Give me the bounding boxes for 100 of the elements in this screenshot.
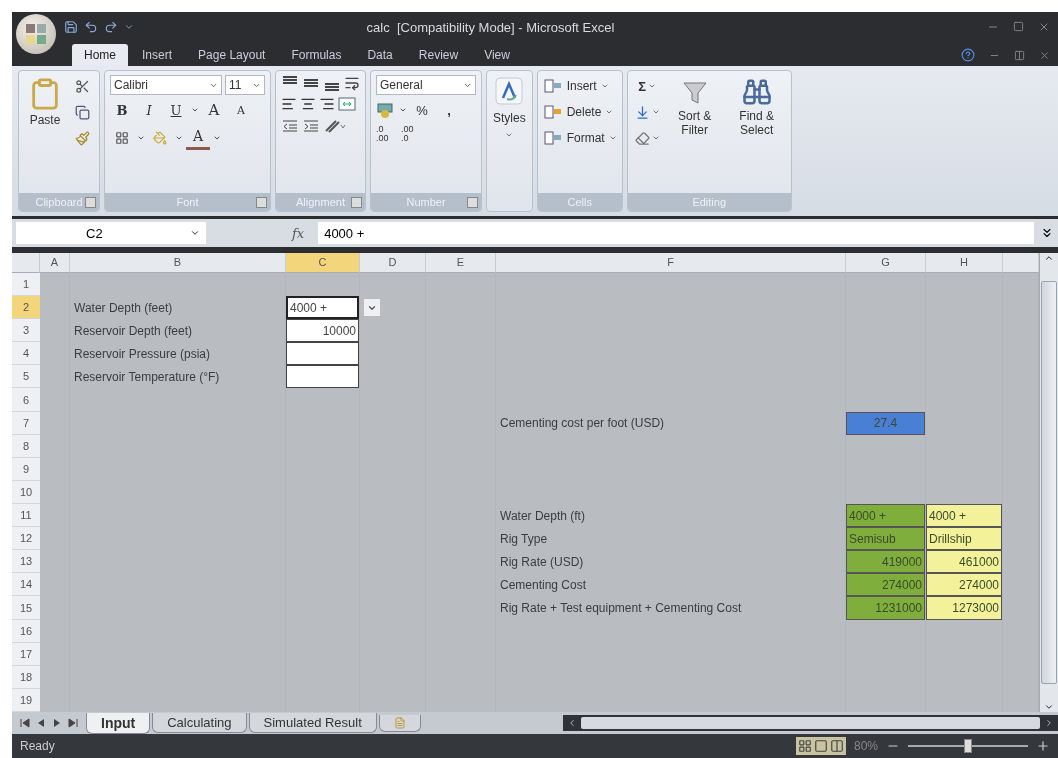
row-header[interactable]: 6 <box>12 388 40 412</box>
row-header[interactable]: 14 <box>12 573 40 597</box>
column-header[interactable]: G <box>846 253 926 273</box>
styles-icon[interactable] <box>495 77 524 105</box>
cells-icon[interactable] <box>542 129 563 147</box>
paste-button[interactable]: Paste <box>24 75 66 189</box>
column-header[interactable]: B <box>70 253 286 273</box>
scroll-up-icon[interactable] <box>1044 253 1054 263</box>
caret-icon[interactable] <box>399 106 407 114</box>
next-sheet-icon[interactable] <box>52 718 62 728</box>
maximize-icon[interactable] <box>1013 21 1024 32</box>
styles-button[interactable]: Styles <box>487 71 532 145</box>
row-header[interactable]: 18 <box>12 665 40 689</box>
zoom-thumb[interactable] <box>964 739 972 753</box>
previous-sheet-icon[interactable] <box>36 718 46 728</box>
shrink-font-button[interactable]: A <box>229 99 253 121</box>
column-header[interactable]: H <box>926 253 1003 273</box>
merge-cells-icon[interactable] <box>338 95 356 113</box>
row-header[interactable]: 2 <box>12 296 40 320</box>
align-left-icon[interactable] <box>281 96 297 112</box>
column-header[interactable]: F <box>496 253 846 273</box>
row-header[interactable]: 5 <box>12 365 40 389</box>
font-size-field[interactable]: 11 <box>225 75 265 95</box>
cells-button[interactable]: Insert <box>542 75 617 97</box>
row-header[interactable]: 19 <box>12 688 40 712</box>
scroll-thumb[interactable] <box>1041 281 1057 684</box>
row-header[interactable]: 16 <box>12 619 40 643</box>
customize-icon[interactable] <box>124 22 134 32</box>
comma-button[interactable]: , <box>437 99 461 121</box>
launcher-icon[interactable] <box>351 197 362 208</box>
ribbon-tab[interactable]: Formulas <box>279 44 354 66</box>
close-icon[interactable] <box>1039 49 1050 61</box>
ribbon-tab[interactable]: Review <box>406 44 471 66</box>
font-name-field[interactable]: Calibri <box>110 75 222 95</box>
column-header[interactable]: C <box>286 253 360 273</box>
caret-icon[interactable] <box>191 106 199 114</box>
insert-sheet-button[interactable] <box>378 714 421 732</box>
decrease-indent-icon[interactable] <box>281 117 299 135</box>
cells-button[interactable]: Format <box>542 127 617 149</box>
row-header[interactable]: 17 <box>12 642 40 666</box>
zoom-in-icon[interactable] <box>1036 739 1050 753</box>
ribbon-tab[interactable]: Home <box>72 44 128 66</box>
restore-icon[interactable] <box>1014 49 1025 61</box>
bold-button[interactable]: B <box>110 99 134 121</box>
row-header[interactable]: 7 <box>12 411 40 435</box>
row-header[interactable]: 15 <box>12 596 40 620</box>
name-box[interactable]: C2 <box>16 222 206 244</box>
sheet-tab[interactable]: Simulated Result <box>248 713 377 733</box>
column-header[interactable]: A <box>40 253 70 273</box>
office-button[interactable] <box>16 14 56 54</box>
increase-decimal-button[interactable]: .0 .00 <box>376 125 398 143</box>
column-header[interactable]: D <box>360 253 426 273</box>
ribbon-tab[interactable]: View <box>472 44 522 66</box>
ribbon-tab[interactable]: Page Layout <box>186 44 278 66</box>
input-field[interactable] <box>286 342 359 366</box>
cells-icon[interactable] <box>542 77 563 95</box>
input-field[interactable]: 4000 + <box>286 296 359 320</box>
insert-function-button[interactable]: fx <box>212 225 313 241</box>
align-right-icon[interactable] <box>319 96 335 112</box>
input-field[interactable]: 10000 <box>286 319 359 343</box>
decrease-decimal-button[interactable]: .00 .0 <box>401 125 423 143</box>
launcher-icon[interactable] <box>256 197 267 208</box>
scroll-down-icon[interactable] <box>1044 702 1054 712</box>
close-icon[interactable] <box>1038 21 1050 33</box>
column-header[interactable]: E <box>426 253 496 273</box>
undo-icon[interactable] <box>84 20 98 34</box>
ribbon-tab[interactable]: Insert <box>130 44 185 66</box>
normal-view-icon[interactable] <box>797 739 812 753</box>
launcher-icon[interactable] <box>467 197 478 208</box>
redo-icon[interactable] <box>104 20 118 34</box>
autosum-button[interactable]: Σ <box>632 75 662 97</box>
row-header[interactable]: 9 <box>12 457 40 481</box>
row-header[interactable]: 10 <box>12 480 40 505</box>
cells-button[interactable]: Delete <box>542 101 617 123</box>
grow-font-button[interactable]: A <box>202 99 226 121</box>
wrap-text-icon[interactable] <box>344 75 360 91</box>
row-header[interactable]: 12 <box>12 527 40 551</box>
currency-icon[interactable] <box>376 101 396 119</box>
sort-filter-button[interactable]: Sort & Filter <box>665 75 724 189</box>
row-header[interactable]: 1 <box>12 272 40 297</box>
input-field[interactable] <box>286 365 359 389</box>
find-select-button[interactable]: Find & Select <box>727 75 786 189</box>
page-break-view-icon[interactable] <box>829 739 844 753</box>
row-header[interactable]: 4 <box>12 342 40 366</box>
increase-indent-icon[interactable] <box>302 117 320 135</box>
scroll-thumb[interactable] <box>580 717 1040 729</box>
ribbon-tab[interactable]: Data <box>355 44 405 66</box>
dropdown-button[interactable] <box>363 298 381 318</box>
row-header[interactable]: 13 <box>12 550 40 574</box>
row-header[interactable]: 11 <box>12 504 40 528</box>
percent-button[interactable]: % <box>410 99 434 121</box>
row-header[interactable]: 3 <box>12 319 40 343</box>
italic-button[interactable]: I <box>137 99 161 121</box>
cells-icon[interactable] <box>542 103 563 121</box>
first-sheet-icon[interactable] <box>20 718 30 728</box>
sheet-tab[interactable]: Input <box>86 712 151 734</box>
scroll-right-icon[interactable] <box>1044 718 1054 728</box>
font-color-button[interactable]: A <box>186 125 210 150</box>
formula-input[interactable]: 4000 + <box>318 222 1034 244</box>
last-sheet-icon[interactable] <box>68 718 78 728</box>
